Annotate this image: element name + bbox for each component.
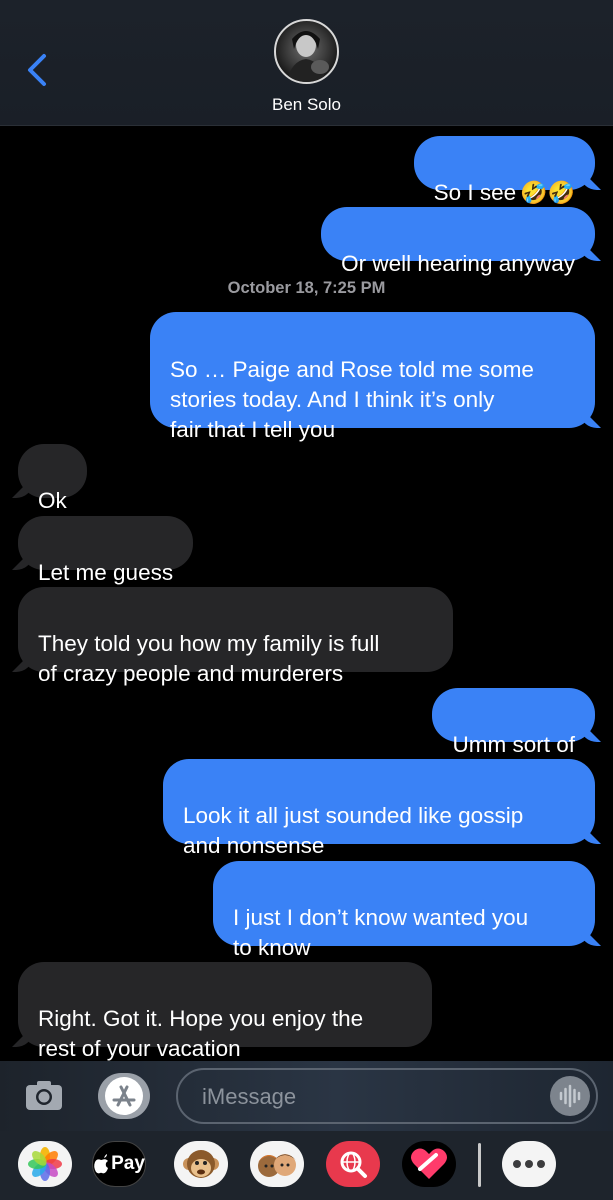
more-apps-button[interactable] — [502, 1141, 556, 1187]
audio-waveform-icon — [559, 1084, 581, 1108]
compose-bar: iMessage — [0, 1061, 613, 1131]
message-bubble-received[interactable]: Let me guess — [18, 516, 194, 585]
heart-sticker-icon — [411, 1148, 447, 1179]
message-text: They told you how my family is full of c… — [38, 631, 380, 686]
message-bubble-received[interactable]: Ok — [18, 444, 87, 513]
message-text: Let me guess — [38, 560, 174, 585]
imessage-placeholder: iMessage — [202, 1084, 297, 1109]
chevron-left-icon — [28, 54, 46, 86]
message-bubble-sent[interactable]: I just I don’t know wanted you to know — [213, 861, 595, 960]
memoji-icon — [258, 1154, 296, 1177]
camera-button[interactable] — [24, 1075, 64, 1115]
message-text: Right. Got it. Hope you enjoy the rest o… — [38, 1006, 364, 1061]
apple-pay-label: Pay — [111, 1153, 145, 1174]
apple-pay-button[interactable]: Pay — [92, 1141, 146, 1187]
message-text: So I see — [433, 180, 517, 205]
message-bubble-sent[interactable]: So I see 🤣🤣 — [413, 136, 595, 205]
conversation-header: Ben Solo — [0, 0, 613, 126]
more-icon — [513, 1160, 545, 1168]
back-button[interactable] — [22, 50, 52, 90]
web-search-icon — [340, 1151, 367, 1178]
message-bubble-sent[interactable]: Or well hearing anyway — [321, 207, 595, 276]
imessage-input[interactable]: iMessage — [176, 1068, 598, 1124]
messages-screen: Ben Solo So I see 🤣🤣 Or well hearing anyw… — [0, 0, 613, 1200]
message-bubble-received[interactable]: Right. Got it. Hope you enjoy the rest o… — [18, 962, 432, 1061]
photos-icon — [28, 1147, 62, 1181]
message-bubble-received[interactable]: They told you how my family is full of c… — [18, 587, 453, 686]
contact-name[interactable]: Ben Solo — [0, 95, 613, 115]
camera-icon — [26, 1081, 62, 1110]
message-text: Or well hearing anyway — [341, 251, 575, 276]
message-text: So … Paige and Rose told me some stories… — [170, 357, 534, 442]
digital-touch-app-button[interactable] — [402, 1141, 456, 1187]
message-text: Look it all just sounded like gossip and… — [183, 803, 524, 858]
contact-avatar[interactable] — [274, 19, 339, 84]
audio-message-button[interactable] — [550, 1076, 590, 1116]
apple-pay-icon — [94, 1154, 109, 1174]
photos-app-button[interactable] — [18, 1141, 72, 1187]
message-bubble-sent[interactable]: Look it all just sounded like gossip and… — [163, 759, 595, 858]
imessage-app-drawer: Pay — [0, 1131, 613, 1200]
message-text: Umm sort of — [452, 732, 575, 757]
app-store-button[interactable] — [98, 1073, 150, 1119]
message-timestamp: October 18, 7:25 PM — [227, 279, 386, 297]
monkey-emoji-icon — [183, 1150, 219, 1178]
animoji-app-button[interactable] — [174, 1141, 228, 1187]
web-search-app-button[interactable] — [326, 1141, 380, 1187]
message-bubble-sent[interactable]: So … Paige and Rose told me some stories… — [150, 312, 595, 442]
app-store-icon — [105, 1077, 143, 1115]
rofl-emoji-icon: 🤣🤣 — [520, 180, 575, 205]
message-bubble-sent[interactable]: Umm sort of — [432, 688, 595, 757]
memoji-app-button[interactable] — [250, 1141, 304, 1187]
message-text: Ok — [38, 488, 67, 513]
message-text: I just I don’t know wanted you to know — [233, 905, 529, 960]
drawer-divider — [478, 1143, 481, 1187]
